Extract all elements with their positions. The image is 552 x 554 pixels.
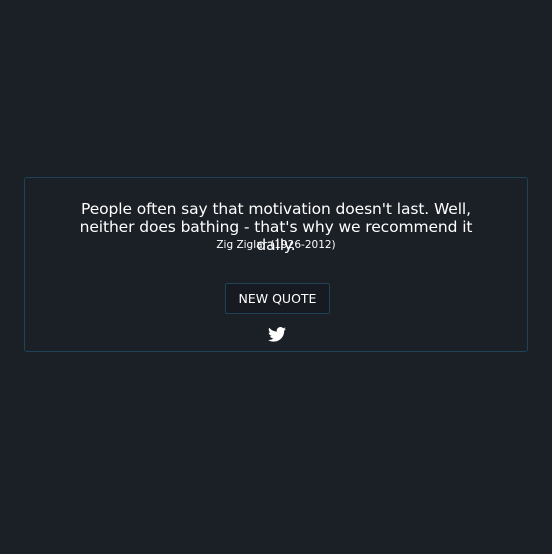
quote-box: People often say that motivation doesn't… bbox=[24, 177, 528, 352]
new-quote-button[interactable]: NEW QUOTE bbox=[225, 283, 330, 314]
tweet-quote-link[interactable] bbox=[268, 327, 286, 342]
page: People often say that motivation doesn't… bbox=[0, 0, 552, 554]
twitter-icon bbox=[268, 327, 286, 342]
quote-author: Zig Ziglar (1926-2012) bbox=[216, 239, 336, 251]
